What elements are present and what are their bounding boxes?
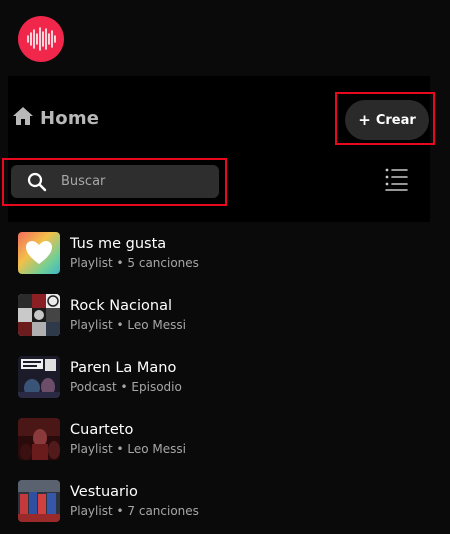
item-type: Playlist (70, 442, 113, 456)
item-detail: 7 canciones (127, 504, 199, 518)
heart-cover (18, 232, 60, 274)
item-title: Vestuario (70, 484, 138, 500)
create-button[interactable]: + Crear (345, 100, 429, 140)
item-title: Tus me gusta (70, 236, 167, 252)
library-item-tus-me-gusta[interactable]: Tus me gusta Playlist • 5 canciones (0, 222, 450, 284)
concert-cover (18, 418, 60, 460)
separator: • (116, 256, 124, 270)
home-icon (12, 106, 34, 130)
plus-icon: + (358, 110, 371, 129)
library-item-vestuario[interactable]: Vestuario Playlist • 7 canciones (0, 470, 450, 532)
item-detail: 5 canciones (127, 256, 199, 270)
home-nav[interactable]: Home (12, 106, 99, 130)
team-cover (18, 480, 60, 522)
item-title: Cuarteto (70, 422, 134, 438)
create-button-label: Crear (375, 112, 416, 128)
podcast-cover (18, 356, 60, 398)
item-type: Podcast (70, 380, 117, 394)
item-type: Playlist (70, 256, 113, 270)
separator: • (120, 380, 128, 394)
item-subtitle: Playlist • 7 canciones (70, 504, 199, 519)
item-subtitle: Podcast • Episodio (70, 380, 182, 395)
separator: • (116, 442, 124, 456)
item-type: Playlist (70, 318, 113, 332)
library-header-panel (8, 76, 430, 222)
separator: • (116, 504, 124, 518)
library-item-rock-nacional[interactable]: Rock Nacional Playlist • Leo Messi (0, 284, 450, 346)
search-field[interactable] (11, 165, 219, 198)
item-type: Playlist (70, 504, 113, 518)
logo-graphic (18, 16, 64, 62)
home-title: Home (40, 107, 100, 129)
item-detail: Episodio (131, 380, 182, 394)
item-detail: Leo Messi (127, 442, 186, 456)
item-detail: Leo Messi (127, 318, 186, 332)
search-icon (27, 172, 47, 192)
item-title: Paren La Mano (70, 360, 177, 376)
app-window: Home + Crear Buscar Tus me gusta Playlis… (0, 0, 450, 534)
library-item-paren-la-mano[interactable]: Paren La Mano Podcast • Episodio (0, 346, 450, 408)
library-item-cuarteto[interactable]: Cuarteto Playlist • Leo Messi (0, 408, 450, 470)
collage-cover (18, 294, 60, 336)
separator: • (116, 318, 124, 332)
search-input[interactable] (59, 173, 203, 190)
list-view-icon[interactable] (383, 166, 411, 192)
soundwave-icon[interactable] (18, 16, 64, 62)
item-subtitle: Playlist • 5 canciones (70, 256, 199, 271)
item-subtitle: Playlist • Leo Messi (70, 318, 186, 333)
item-subtitle: Playlist • Leo Messi (70, 442, 186, 457)
item-title: Rock Nacional (70, 298, 172, 314)
library-list: Tus me gusta Playlist • 5 canciones Rock… (0, 222, 450, 532)
